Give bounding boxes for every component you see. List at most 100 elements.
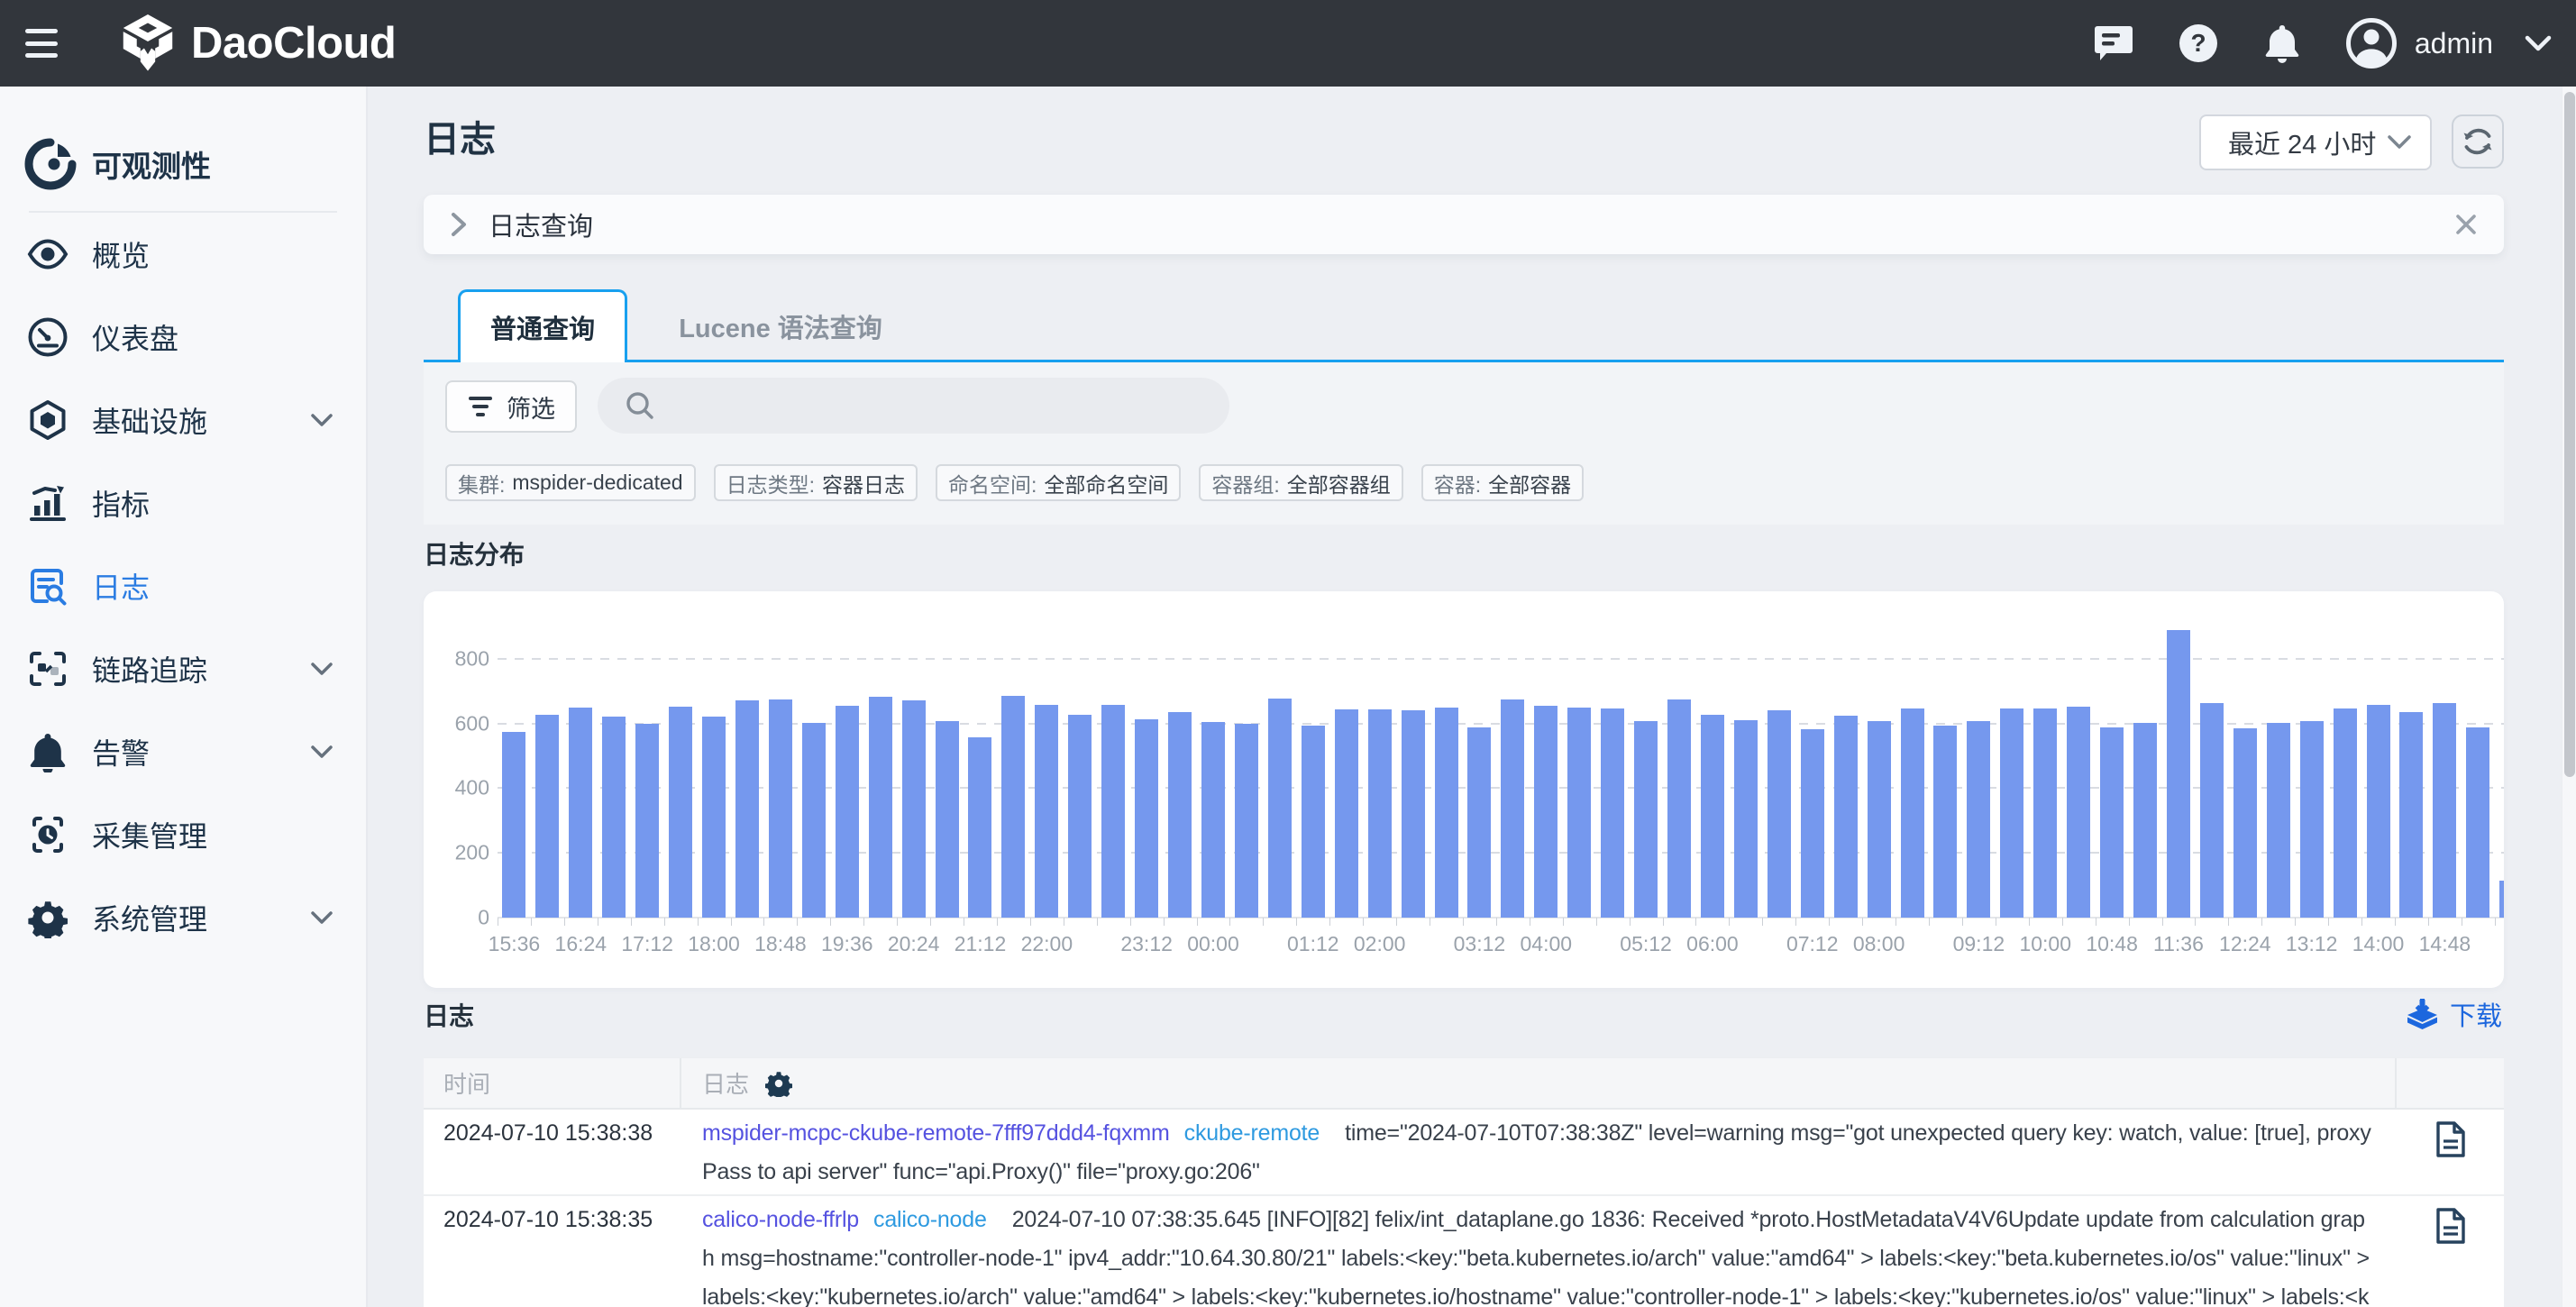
chart-bar bbox=[1467, 727, 1491, 918]
x-tick-label: 00:00 bbox=[1187, 932, 1239, 956]
search-input[interactable] bbox=[670, 392, 1210, 420]
filter-chip[interactable]: 日志类型:容器日志 bbox=[714, 464, 918, 501]
x-axis-tick bbox=[1563, 918, 1564, 926]
page-scrollbar[interactable] bbox=[2562, 87, 2576, 1307]
sidebar-item-label: 概览 bbox=[92, 233, 150, 275]
x-tick-label: 14:48 bbox=[2419, 932, 2471, 956]
help-icon[interactable]: ? bbox=[2179, 23, 2218, 63]
chart-bar bbox=[968, 737, 991, 918]
chart-bar bbox=[1801, 729, 1824, 918]
x-tick-label: 23:12 bbox=[1120, 932, 1173, 956]
chart-bar bbox=[2167, 630, 2190, 918]
chart-bar bbox=[735, 700, 759, 918]
refresh-button[interactable] bbox=[2452, 114, 2504, 169]
x-axis-tick bbox=[1895, 918, 1896, 926]
x-tick-label: 11:36 bbox=[2153, 932, 2204, 956]
filter-chip[interactable]: 集群:mspider-dedicated bbox=[445, 464, 696, 501]
bell-icon[interactable] bbox=[2263, 23, 2301, 63]
chart-bar bbox=[869, 697, 892, 918]
avatar[interactable] bbox=[2346, 18, 2397, 69]
time-range-select[interactable]: 最近 24 小时 bbox=[2199, 114, 2432, 170]
chart-bar bbox=[1101, 705, 1125, 918]
chart-bar bbox=[669, 707, 692, 918]
chip-value: 全部命名空间 bbox=[1044, 468, 1168, 498]
chip-label: 容器: bbox=[1434, 468, 1481, 498]
x-tick-label: 13:12 bbox=[2286, 932, 2338, 956]
chart-bar bbox=[2233, 728, 2257, 918]
sidebar-item-tracing[interactable]: 链路追踪 bbox=[0, 627, 366, 710]
sidebar-item-overview[interactable]: 概览 bbox=[0, 213, 366, 296]
log-table-body: 2024-07-10 15:38:38 mspider-mcpc-ckube-re… bbox=[424, 1110, 2504, 1307]
chart-bar bbox=[1435, 708, 1458, 918]
y-tick-label: 200 bbox=[455, 841, 489, 865]
x-tick-label: 20:24 bbox=[888, 932, 940, 956]
topbar: DaoCloud ? bbox=[0, 0, 2576, 87]
document-icon[interactable] bbox=[2434, 1121, 2467, 1157]
chevron-down-icon[interactable] bbox=[2524, 34, 2553, 52]
sidebar-item-collection[interactable]: 采集管理 bbox=[0, 793, 366, 876]
log-time: 2024-07-10 15:38:38 bbox=[424, 1110, 681, 1194]
chart-bar bbox=[2334, 708, 2357, 918]
sidebar-item-metrics[interactable]: 指标 bbox=[0, 462, 366, 544]
filter-chip[interactable]: 命名空间:全部命名空间 bbox=[936, 464, 1181, 501]
x-axis-tick bbox=[2395, 918, 2396, 926]
chart-bar bbox=[2367, 705, 2390, 918]
scrollbar-thumb[interactable] bbox=[2564, 92, 2575, 777]
document-icon[interactable] bbox=[2434, 1208, 2467, 1244]
log-query-panel[interactable]: 日志查询 bbox=[424, 195, 2504, 254]
x-axis-tick bbox=[1296, 918, 1297, 926]
brand: DaoCloud bbox=[121, 14, 396, 72]
x-axis-tick bbox=[2261, 918, 2262, 926]
x-axis-tick bbox=[1130, 918, 1131, 926]
sidebar-item-infrastructure[interactable]: 基础设施 bbox=[0, 379, 366, 462]
chart-bar bbox=[769, 699, 792, 918]
column-header-actions bbox=[2397, 1058, 2504, 1108]
chevron-down-icon bbox=[2387, 134, 2412, 151]
chat-icon[interactable] bbox=[2094, 24, 2133, 62]
pod-link[interactable]: calico-node-ffrlp bbox=[702, 1207, 859, 1232]
log-table-row: 2024-07-10 15:38:35calico-node-ffrlpcali… bbox=[424, 1196, 2504, 1307]
x-axis-tick bbox=[2295, 918, 2296, 926]
user-name[interactable]: admin bbox=[2415, 27, 2493, 60]
x-axis-tick bbox=[2162, 918, 2163, 926]
sidebar-item-label: 采集管理 bbox=[92, 814, 207, 855]
y-tick-label: 0 bbox=[478, 906, 489, 930]
x-axis-tick bbox=[1829, 918, 1830, 926]
column-settings-gear-icon[interactable] bbox=[765, 1070, 792, 1097]
close-icon[interactable] bbox=[2453, 212, 2479, 237]
chip-value: 容器日志 bbox=[822, 468, 905, 498]
chart-bar bbox=[2100, 727, 2124, 918]
log-message-cell: mspider-mcpc-ckube-remote-7fff97ddd4-fqx… bbox=[681, 1110, 2397, 1194]
column-header-time: 时间 bbox=[424, 1058, 681, 1108]
chevron-right-icon[interactable] bbox=[449, 211, 469, 238]
menu-icon[interactable] bbox=[25, 29, 58, 58]
container-link[interactable]: ckube-remote bbox=[1184, 1120, 1320, 1146]
filter-chip[interactable]: 容器组:全部容器组 bbox=[1199, 464, 1402, 501]
chip-value: mspider-dedicated bbox=[512, 471, 682, 495]
chart-bar bbox=[2067, 707, 2090, 918]
y-tick-label: 800 bbox=[455, 646, 489, 671]
x-axis-tick bbox=[2129, 918, 2130, 926]
sidebar-item-alerts[interactable]: 告警 bbox=[0, 710, 366, 793]
sidebar: 可观测性 概览 仪表盘 基础设施 指标 bbox=[0, 87, 368, 1307]
x-axis-tick bbox=[2195, 918, 2196, 926]
tab-lucene-query[interactable]: Lucene 语法查询 bbox=[627, 289, 934, 362]
x-axis-tick bbox=[897, 918, 898, 926]
filter-chip[interactable]: 容器:全部容器 bbox=[1421, 464, 1584, 501]
search-icon bbox=[625, 390, 655, 421]
filter-button[interactable]: 筛选 bbox=[445, 380, 577, 433]
sidebar-title: 可观测性 bbox=[92, 142, 211, 186]
pod-link[interactable]: mspider-mcpc-ckube-remote-7fff97ddd4-fqx… bbox=[702, 1120, 1170, 1146]
query-panel-title: 日志查询 bbox=[489, 206, 593, 243]
download-link[interactable]: 下载 bbox=[2406, 995, 2502, 1033]
chart-section-title: 日志分布 bbox=[424, 535, 525, 571]
container-link[interactable]: calico-node bbox=[873, 1207, 987, 1232]
x-tick-label: 17:12 bbox=[621, 932, 673, 956]
chart-bar bbox=[2466, 727, 2489, 918]
sidebar-item-dashboard[interactable]: 仪表盘 bbox=[0, 296, 366, 379]
sidebar-item-logs[interactable]: 日志 bbox=[0, 544, 366, 627]
search-box[interactable] bbox=[598, 378, 1229, 434]
sidebar-item-system[interactable]: 系统管理 bbox=[0, 876, 366, 959]
log-actions bbox=[2397, 1196, 2504, 1307]
tab-normal-query[interactable]: 普通查询 bbox=[458, 289, 627, 362]
